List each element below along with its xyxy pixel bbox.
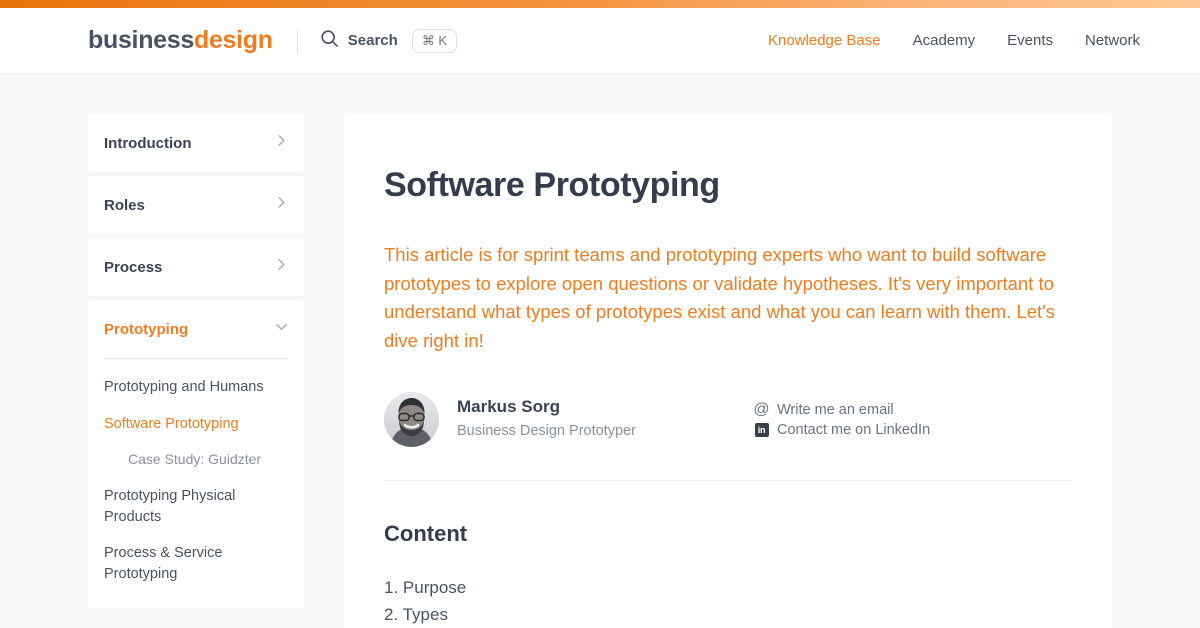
sidebar-item-prototyping-physical-products[interactable]: Prototyping Physical Products [104,478,288,535]
author-contact-links: @ Write me an email in Contact me on Lin… [754,400,930,438]
author-role: Business Design Prototyper [457,421,636,443]
avatar [384,392,439,447]
content-heading: Content [384,521,1072,547]
sidebar-section-label-process: Process [104,259,162,276]
toc-item-purpose[interactable]: Purpose [384,574,1072,602]
sidebar-divider [104,358,288,359]
search-shortcut-badge[interactable]: ⌘ K [412,29,457,53]
chevron-down-icon [275,320,288,338]
sidebar-section-roles[interactable]: Roles [88,176,304,234]
linkedin-icon: in [754,423,769,438]
top-accent-gradient-bar [0,0,1200,8]
article-lead-paragraph: This article is for sprint teams and pro… [384,241,1072,356]
sidebar-sublist-prototyping: Prototyping and Humans Software Prototyp… [104,369,288,608]
nav-link-network[interactable]: Network [1085,32,1140,49]
sidebar-section-prototyping[interactable]: Prototyping Prototyping and Humans Softw… [88,300,304,608]
nav-link-events[interactable]: Events [1007,32,1053,49]
nav-link-knowledge-base[interactable]: Knowledge Base [768,32,881,49]
email-link-label: Write me an email [777,402,894,418]
at-sign-icon: @ [754,403,769,418]
chevron-right-icon [275,196,288,214]
brand-logo[interactable]: businessdesign [88,26,273,55]
site-header: businessdesign Search ⌘ K Knowledge Base… [0,8,1200,74]
sidebar-item-prototyping-and-humans[interactable]: Prototyping and Humans [104,369,288,406]
sidebar-navigation: Introduction Roles Process [88,114,304,608]
linkedin-link[interactable]: in Contact me on LinkedIn [754,422,930,438]
sidebar-section-label-prototyping: Prototyping [104,321,188,338]
search-icon [320,29,339,53]
page-title: Software Prototyping [384,166,1072,205]
main-navigation: Knowledge Base Academy Events Network [768,32,1140,49]
brand-logo-word-business: business [88,26,194,54]
author-identity: Markus Sorg Business Design Prototyper [384,392,754,447]
article-card: Software Prototyping This article is for… [344,114,1112,628]
sidebar-section-header-roles[interactable]: Roles [104,176,288,234]
sidebar-item-case-study-guidzter[interactable]: Case Study: Guidzter [104,442,288,478]
sidebar-section-header-introduction[interactable]: Introduction [104,114,288,172]
linkedin-link-label: Contact me on LinkedIn [777,422,930,438]
sidebar-section-header-process[interactable]: Process [104,238,288,296]
nav-link-academy[interactable]: Academy [913,32,976,49]
sidebar-item-process-and-service-prototyping[interactable]: Process & Service Prototyping [104,535,288,592]
page-body: Introduction Roles Process [0,74,1200,628]
email-link[interactable]: @ Write me an email [754,402,930,418]
sidebar-section-introduction[interactable]: Introduction [88,114,304,172]
author-name: Markus Sorg [457,396,636,419]
header-divider [297,28,298,54]
sidebar-section-label-introduction: Introduction [104,135,191,152]
chevron-right-icon [275,134,288,152]
search-button[interactable]: Search ⌘ K [320,29,457,53]
sidebar-item-software-prototyping[interactable]: Software Prototyping [104,406,288,443]
author-text-block: Markus Sorg Business Design Prototyper [457,396,636,443]
toc-item-types[interactable]: Types [384,601,1072,628]
content-divider [384,480,1072,481]
search-label: Search [348,32,398,49]
sidebar-section-label-roles: Roles [104,197,145,214]
chevron-right-icon [275,258,288,276]
author-row: Markus Sorg Business Design Prototyper @… [384,392,1072,447]
brand-logo-word-design: design [194,26,273,54]
sidebar-section-header-prototyping[interactable]: Prototyping [104,300,288,358]
sidebar-section-process[interactable]: Process [88,238,304,296]
table-of-contents: Purpose Types Participants Tools & Mater… [384,574,1072,628]
